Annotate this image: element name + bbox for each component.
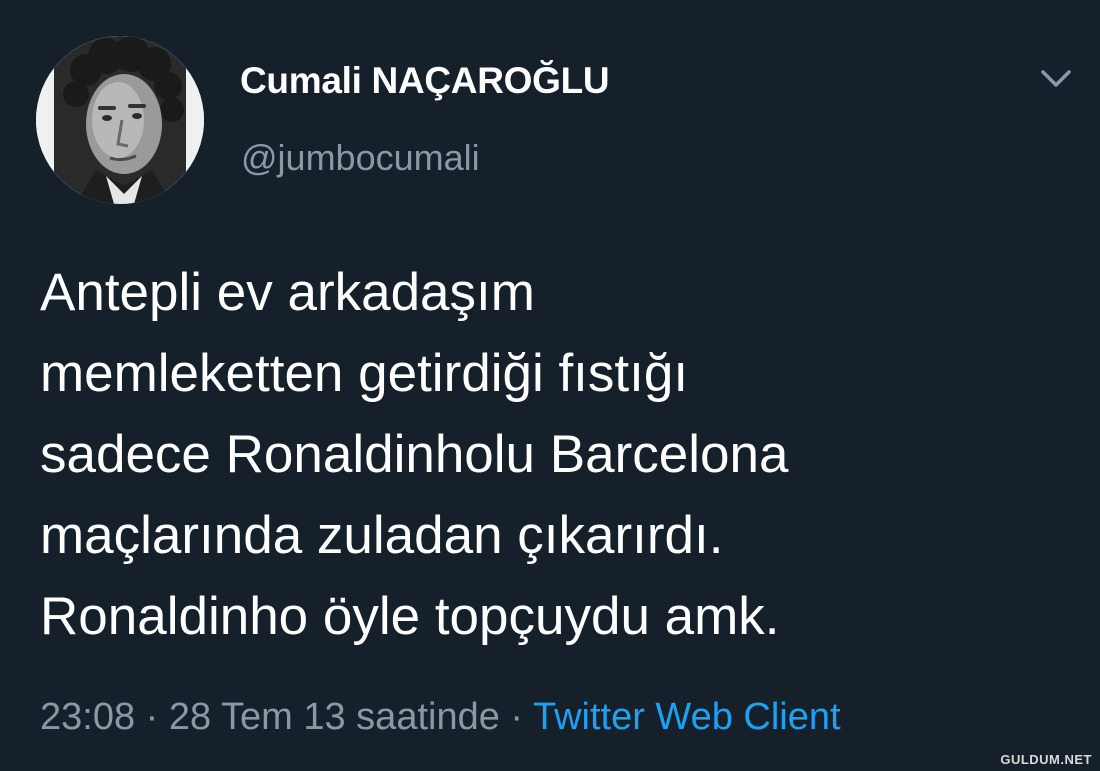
tweet-date[interactable]: 28 Tem 13 saatinde (169, 696, 500, 738)
tweet-text-line: sadece Ronaldinholu Barcelona (40, 425, 789, 484)
meta-separator: · (499, 696, 533, 738)
tweet-text-line: Ronaldinho öyle topçuydu amk. (40, 587, 780, 646)
author-avatar[interactable] (36, 36, 204, 204)
watermark: GULDUM.NET (1000, 752, 1092, 767)
tweet-text-line: maçlarında zuladan çıkarırdı. (40, 506, 724, 565)
meta-separator: · (135, 696, 169, 738)
tweet-text-line: Antepli ev arkadaşım (40, 263, 535, 322)
tweet-text-line: memleketten getirdiği fıstığı (40, 344, 689, 403)
tweet-source-link[interactable]: Twitter Web Client (533, 696, 841, 738)
tweet-menu-button[interactable] (1036, 62, 1076, 98)
person-portrait-icon (36, 36, 204, 204)
chevron-down-icon (1041, 70, 1071, 87)
author-display-name[interactable]: Cumali NAÇAROĞLU (240, 60, 610, 102)
tweet-text: Antepli ev arkadaşım memleketten getirdi… (40, 252, 1070, 657)
author-handle[interactable]: @jumbocumali (241, 137, 480, 179)
tweet-timestamp[interactable]: 23:08 (40, 696, 135, 738)
tweet-meta: 23:08 · 28 Tem 13 saatinde · Twitter Web… (40, 696, 841, 739)
tweet-card: Cumali NAÇAROĞLU @jumbocumali Antepli ev… (0, 0, 1100, 771)
